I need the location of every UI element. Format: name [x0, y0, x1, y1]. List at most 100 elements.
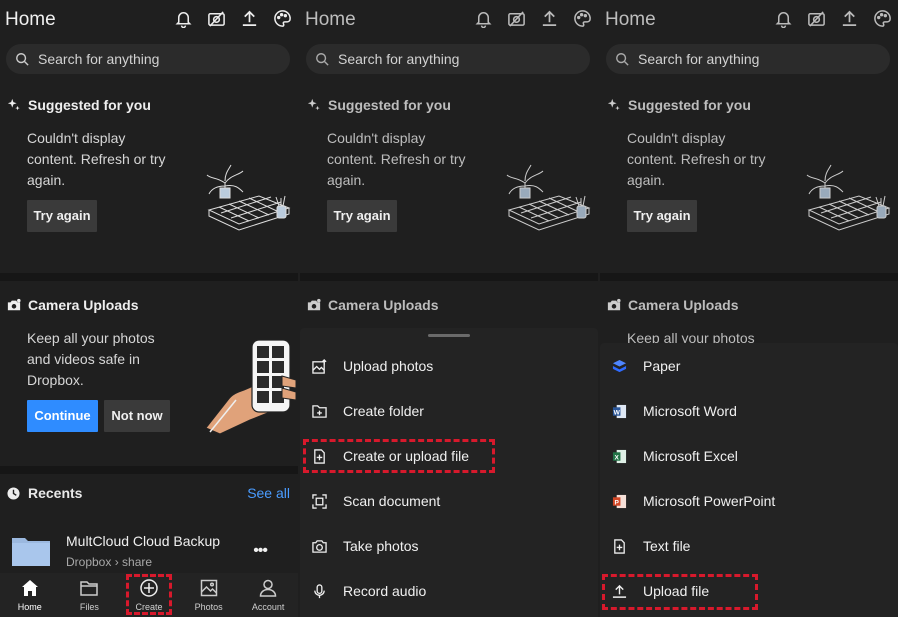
camera-off-icon[interactable]: [207, 9, 226, 28]
sheet-item-excel[interactable]: X Microsoft Excel: [600, 434, 898, 479]
palette-icon[interactable]: [273, 9, 292, 28]
sheet-item-label: Take photos: [343, 538, 419, 554]
more-options-icon[interactable]: •••: [253, 543, 268, 559]
nav-photos[interactable]: Photos: [179, 573, 239, 617]
page-title: Home: [605, 9, 656, 30]
suggested-heading-text: Suggested for you: [628, 97, 751, 113]
section-divider: [0, 273, 298, 281]
recents-heading: Recents: [7, 485, 82, 501]
not-now-button[interactable]: Not now: [104, 400, 170, 432]
camera-off-icon[interactable]: [507, 9, 526, 28]
sheet-item-label: Scan document: [343, 493, 441, 509]
top-bar: Home: [0, 0, 298, 42]
see-all-link[interactable]: See all: [247, 485, 290, 501]
upload-icon[interactable]: [540, 9, 559, 28]
nav-home[interactable]: Home: [0, 573, 60, 617]
camera-upload-icon: [607, 298, 621, 311]
search-input[interactable]: Search for anything: [606, 44, 890, 74]
create-upload-file-highlight: [303, 439, 495, 473]
recent-item-name: MultCloud Cloud Backup: [66, 533, 221, 549]
sheet-grabber[interactable]: [428, 334, 470, 337]
person-icon: [259, 579, 277, 597]
upload-icon[interactable]: [240, 9, 259, 28]
continue-button[interactable]: Continue: [27, 400, 98, 432]
top-icons: [174, 9, 292, 28]
upload-icon[interactable]: [840, 9, 859, 28]
camera-uploads-heading: Camera Uploads: [7, 297, 138, 313]
upload-photo-icon: [312, 359, 327, 374]
try-again-button[interactable]: Try again: [627, 200, 697, 232]
microphone-icon: [314, 584, 325, 599]
search-icon: [616, 53, 629, 66]
search-icon: [316, 53, 329, 66]
photo-icon: [200, 579, 217, 597]
sheet-item-text-file[interactable]: Text file: [600, 524, 898, 569]
camera-upload-icon: [7, 298, 21, 311]
word-icon: W: [612, 404, 627, 419]
text-file-icon: [614, 539, 625, 554]
sheet-item-label: Create folder: [343, 403, 424, 419]
suggested-heading-text: Suggested for you: [28, 97, 151, 113]
list-item[interactable]: MultCloud Cloud Backup Dropbox › share •…: [0, 525, 298, 573]
camera-off-icon[interactable]: [807, 9, 826, 28]
nav-label: Account: [251, 602, 285, 612]
clock-icon: [7, 486, 20, 500]
sheet-item-label: Paper: [643, 358, 681, 374]
camera-uploads-heading-text: Camera Uploads: [628, 297, 739, 313]
camera-uploads-heading-text: Camera Uploads: [28, 297, 139, 313]
bell-icon[interactable]: [474, 9, 493, 28]
suggested-heading-text: Suggested for you: [328, 97, 451, 113]
powerpoint-icon: P: [612, 494, 627, 509]
excel-icon: X: [612, 449, 627, 464]
search-placeholder: Search for anything: [38, 51, 160, 67]
nav-files[interactable]: Files: [60, 573, 120, 617]
sheet-item-label: Microsoft PowerPoint: [643, 493, 776, 509]
nav-label: Home: [17, 602, 42, 612]
sheet-item-upload-photos[interactable]: Upload photos: [300, 344, 598, 389]
try-again-button[interactable]: Try again: [327, 200, 397, 232]
svg-text:X: X: [615, 454, 620, 461]
palette-icon[interactable]: [873, 9, 892, 28]
camera-uploads-heading: Camera Uploads: [607, 297, 738, 313]
camera-icon: [312, 540, 327, 553]
sheet-item-create-folder[interactable]: Create folder: [300, 389, 598, 434]
nav-label: Files: [79, 602, 99, 612]
suggested-heading: Suggested for you: [307, 97, 451, 113]
svg-text:P: P: [615, 499, 620, 506]
page-title: Home: [305, 9, 356, 30]
folder-icon: [80, 581, 99, 596]
search-input[interactable]: Search for anything: [306, 44, 590, 74]
search-placeholder: Search for anything: [338, 51, 460, 67]
sheet-item-scan-document[interactable]: Scan document: [300, 479, 598, 524]
camera-uploads-heading-text: Camera Uploads: [328, 297, 439, 313]
sparkle-icon: [307, 98, 320, 111]
top-bar: Home: [600, 0, 898, 42]
nav-account[interactable]: Account: [238, 573, 298, 617]
top-icons: [774, 9, 892, 28]
suggested-heading: Suggested for you: [7, 97, 151, 113]
section-divider: [300, 273, 598, 281]
folder-plus-icon: [312, 405, 327, 418]
panel-file-type-menu: Home Search for anything Suggested for y…: [600, 0, 898, 617]
desk-tray-illustration: [206, 164, 291, 231]
sheet-item-word[interactable]: W Microsoft Word: [600, 389, 898, 434]
home-icon: [21, 580, 38, 596]
panel-home: Home Search for anything Suggested for y…: [0, 0, 298, 617]
sheet-item-take-photos[interactable]: Take photos: [300, 524, 598, 569]
sheet-item-record-audio[interactable]: Record audio: [300, 569, 598, 614]
bell-icon[interactable]: [174, 9, 193, 28]
sheet-item-label: Record audio: [343, 583, 427, 599]
sheet-item-powerpoint[interactable]: P Microsoft PowerPoint: [600, 479, 898, 524]
palette-icon[interactable]: [573, 9, 592, 28]
sheet-item-label: Microsoft Excel: [643, 448, 738, 464]
search-icon: [16, 53, 29, 66]
sheet-item-paper[interactable]: Paper: [600, 344, 898, 389]
suggested-heading: Suggested for you: [607, 97, 751, 113]
section-divider: [600, 273, 898, 281]
try-again-button[interactable]: Try again: [27, 200, 97, 232]
bell-icon[interactable]: [774, 9, 793, 28]
folder-icon: [12, 538, 50, 566]
suggested-message: Couldn't display content. Refresh or try…: [627, 130, 766, 188]
suggested-message: Couldn't display content. Refresh or try…: [327, 130, 466, 188]
search-input[interactable]: Search for anything: [6, 44, 290, 74]
